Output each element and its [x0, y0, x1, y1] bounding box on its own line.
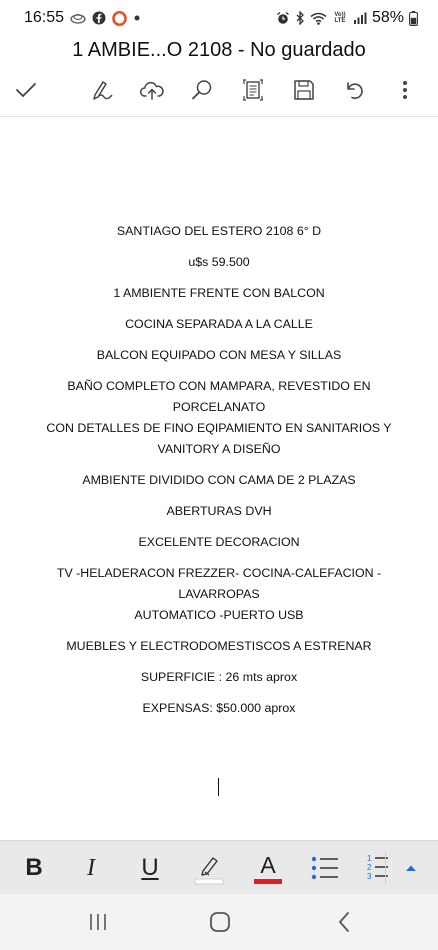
toolbar [0, 70, 438, 112]
paragraph-expensas[interactable]: EXPENSAS: $50.000 aprox [24, 698, 414, 719]
bullet-list-button[interactable] [308, 841, 342, 895]
wifi-icon [310, 12, 327, 25]
reading-view-icon [243, 79, 263, 101]
recent-apps-icon [90, 914, 106, 930]
bluetooth-icon [295, 11, 305, 25]
numbered-list-digit-1: 1 [367, 854, 372, 863]
status-left: 16:55 [24, 9, 141, 27]
numbered-list-digit-3: 3 [367, 872, 372, 881]
paragraph-address[interactable]: SANTIAGO DEL ESTERO 2108 6° D [24, 221, 414, 242]
cloud-sync-icon [70, 12, 86, 24]
check-button[interactable] [8, 70, 44, 110]
numbered-list-digit-2: 2 [367, 863, 372, 872]
caret-up-icon [406, 865, 416, 871]
alarm-icon [276, 11, 290, 25]
home-icon [210, 912, 230, 932]
search-button[interactable] [184, 70, 220, 110]
draw-icon [93, 81, 113, 100]
signal-icon [353, 12, 367, 24]
more-icon [403, 81, 407, 99]
italic-button[interactable]: I [78, 841, 104, 895]
highlighter-icon [194, 857, 224, 885]
paragraph-aberturas[interactable]: ABERTURAS DVH [24, 501, 414, 522]
save-button[interactable] [286, 70, 322, 110]
cloud-upload-button[interactable] [134, 70, 170, 110]
paragraph-bano[interactable]: BAÑO COMPLETO CON MAMPARA, REVESTIDO EN … [24, 376, 414, 460]
paragraph-decoracion[interactable]: EXCELENTE DECORACION [24, 532, 414, 553]
paragraph-muebles[interactable]: MUEBLES Y ELECTRODOMESTISCOS A ESTRENAR [24, 636, 414, 657]
battery-level: 58% [371, 9, 404, 26]
draw-button[interactable] [84, 70, 120, 110]
opera-icon [112, 10, 127, 26]
status-bar: 16:55 Vo)) LTE 58% [0, 0, 438, 36]
reading-view-button[interactable] [235, 70, 271, 110]
paragraph-balcon[interactable]: BALCON EQUIPADO CON MESA Y SILLAS [24, 345, 414, 366]
paragraph-cocina[interactable]: COCINA SEPARADA A LA CALLE [24, 314, 414, 335]
highlight-button[interactable] [192, 841, 226, 895]
document-canvas[interactable]: SANTIAGO DEL ESTERO 2108 6° D u$s 59.500… [0, 118, 438, 840]
paragraph-ambiente-dividido[interactable]: AMBIENTE DIVIDIDO CON CAMA DE 2 PLAZAS [24, 470, 414, 491]
more-button[interactable] [388, 70, 422, 110]
recent-apps-button[interactable] [76, 904, 120, 940]
paragraph-ambiente[interactable]: 1 AMBIENTE FRENTE CON BALCON [24, 283, 414, 304]
dot-icon [133, 14, 141, 22]
expand-ribbon-button[interactable] [398, 841, 424, 895]
font-color-letter: A [260, 851, 276, 878]
underline-button[interactable]: U [136, 841, 164, 895]
text-cursor [218, 778, 220, 796]
highlight-color-swatch [194, 878, 224, 885]
paragraph-superficie[interactable]: SUPERFICIE : 26 mts aprox [24, 667, 414, 688]
font-color-button[interactable]: A [252, 841, 284, 895]
bullet-list-icon [311, 856, 338, 880]
back-icon [339, 912, 349, 932]
document-content[interactable]: SANTIAGO DEL ESTERO 2108 6° D u$s 59.500… [24, 221, 414, 729]
save-icon [294, 80, 314, 100]
bold-button[interactable]: B [20, 841, 48, 895]
format-bar: B I U A 1 2 3 [0, 840, 438, 894]
back-button[interactable] [322, 904, 366, 940]
check-icon [16, 83, 36, 98]
document-title: 1 AMBIE...O 2108 - No guardado [72, 39, 366, 61]
toolbar-divider [0, 116, 438, 117]
format-bar-divider [385, 851, 386, 885]
status-time: 16:55 [24, 9, 65, 26]
home-button[interactable] [198, 904, 242, 940]
navigation-bar [0, 894, 438, 950]
undo-button[interactable] [336, 70, 372, 110]
search-icon [192, 80, 212, 100]
paragraph-equipamiento[interactable]: TV -HELADERACON FREZZER- COCINA-CALEFACI… [24, 563, 414, 626]
paragraph-price[interactable]: u$s 59.500 [24, 252, 414, 273]
volte-icon: Vo)) LTE [334, 12, 346, 24]
status-right: Vo)) LTE 58% [276, 9, 418, 27]
battery-icon [409, 10, 418, 26]
undo-icon [347, 82, 363, 99]
facebook-icon [92, 11, 106, 25]
cloud-upload-icon [139, 81, 164, 100]
font-color-swatch [254, 878, 282, 884]
